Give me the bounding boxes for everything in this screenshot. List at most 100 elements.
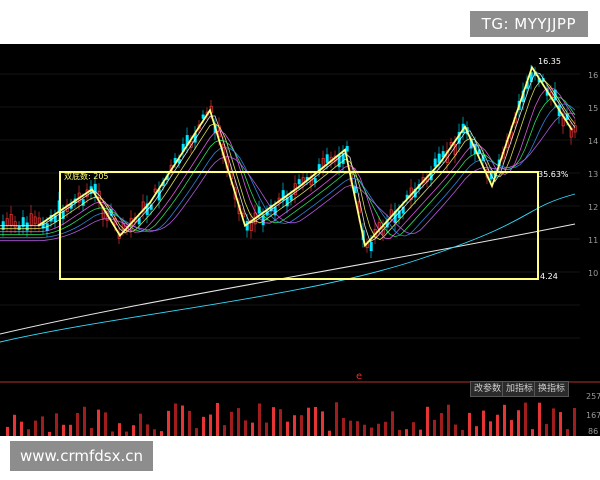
- y-tick-12: 12: [588, 203, 598, 212]
- volume-bar: [90, 427, 93, 436]
- volume-bar: [286, 421, 289, 436]
- volume-bar: [426, 406, 429, 436]
- volume-bar: [153, 429, 156, 436]
- candle-body: [17, 225, 21, 231]
- volume-bar: [517, 410, 520, 436]
- volume-bar: [188, 410, 191, 436]
- volume-bar: [258, 403, 261, 436]
- volume-bar: [545, 424, 548, 436]
- box-count-label: 双底数: 205: [64, 171, 109, 181]
- volume-bar: [447, 404, 450, 436]
- volume-bar: [216, 402, 219, 436]
- candle-body: [313, 178, 317, 183]
- pct-label: 35.63%: [538, 170, 569, 179]
- volume-bar: [195, 428, 198, 436]
- volume-bar: [209, 414, 212, 436]
- volume-bar: [181, 405, 184, 436]
- candle-body: [325, 154, 329, 163]
- volume-bar: [13, 414, 16, 436]
- y-tick-10: 10: [588, 269, 598, 278]
- volume-bar: [377, 423, 380, 436]
- volume-bar: [433, 419, 436, 436]
- volume-bar: [272, 407, 275, 436]
- candle-body: [433, 158, 437, 167]
- volume-bar: [384, 421, 387, 436]
- volume-bar: [503, 404, 506, 436]
- volume-bar: [62, 424, 65, 436]
- volume-bar: [321, 411, 324, 436]
- sub-tick-167: 167: [586, 411, 600, 420]
- volume-bar: [279, 409, 282, 436]
- change-params-button[interactable]: 改参数: [470, 381, 506, 397]
- candle-body: [21, 217, 25, 227]
- sub-tick-257: 257: [586, 392, 600, 401]
- volume-bar: [559, 412, 562, 436]
- zigzag: [37, 65, 573, 248]
- ma-line: [0, 86, 576, 240]
- volume-bar: [139, 413, 142, 436]
- volume-bar: [496, 414, 499, 436]
- volume-bar: [230, 411, 233, 436]
- y-tick-13: 13: [588, 170, 598, 179]
- ma-line: [0, 72, 576, 243]
- sub-axis: 257 167 86: [586, 392, 600, 436]
- bottom-watermark-strip: www.crmfdsx.cn: [0, 436, 600, 480]
- volume-bar: [251, 422, 254, 436]
- volume-bar: [349, 420, 352, 436]
- volume-bar: [55, 413, 58, 436]
- volume-bar: [174, 403, 177, 436]
- volume-bar: [27, 429, 30, 436]
- low-label: 4.24: [540, 272, 558, 281]
- candle-body: [297, 179, 301, 185]
- volume-bar: [20, 421, 23, 436]
- volume-bar: [552, 408, 555, 436]
- price-axis: 16 15 14 13 12 11 10: [588, 71, 598, 278]
- volume-bar: [468, 412, 471, 436]
- volume-bar: [69, 424, 72, 436]
- volume-bar: [6, 426, 9, 436]
- volume-bar: [265, 422, 268, 436]
- volume-bar: [118, 423, 121, 436]
- sub-tick-86: 86: [588, 427, 598, 436]
- y-tick-15: 15: [588, 104, 598, 113]
- zigzag-line: [37, 65, 573, 248]
- volume-bar: [489, 421, 492, 436]
- y-tick-14: 14: [588, 137, 598, 146]
- volume-bar: [538, 402, 541, 436]
- volume-bar: [391, 411, 394, 436]
- tg-watermark: TG: MYYJJPP: [469, 11, 588, 37]
- volume-bar: [83, 406, 86, 436]
- ma-mid: [0, 193, 576, 343]
- chart-grid: [0, 73, 580, 339]
- candle-body: [369, 241, 373, 252]
- volume-bar: [202, 416, 205, 436]
- volume-bar: [482, 410, 485, 436]
- chart-canvas[interactable]: 双底数: 205 16.35 35.63% 4.24 e 16 15 14 13…: [0, 44, 600, 436]
- volume-bar: [335, 402, 338, 436]
- volume-bar: [342, 417, 345, 436]
- volume-bar: [132, 425, 135, 436]
- high-label: 16.35: [538, 57, 561, 66]
- volume-bar: [300, 415, 303, 436]
- volume-bar: [363, 424, 366, 436]
- volume-bar: [97, 409, 100, 436]
- moving-averages: [0, 72, 576, 343]
- volume-bar: [475, 426, 478, 436]
- ma-line: [0, 80, 576, 241]
- volume-bar: [314, 406, 317, 436]
- volume-bar: [356, 421, 359, 436]
- volume-bar: [370, 427, 373, 436]
- y-tick-16: 16: [588, 71, 598, 80]
- volume-bar: [237, 408, 240, 436]
- volume-bar: [223, 425, 226, 436]
- center-marker: e: [356, 371, 362, 382]
- stock-chart[interactable]: 双底数: 205 16.35 35.63% 4.24 e 16 15 14 13…: [0, 44, 600, 436]
- volume-bar: [244, 420, 247, 436]
- switch-indicator-button[interactable]: 换指标: [534, 381, 570, 397]
- volume-bar: [405, 429, 408, 436]
- add-indicator-button[interactable]: 加指标: [502, 381, 538, 397]
- volume-bar: [76, 412, 79, 436]
- volume-bar: [167, 410, 170, 436]
- candle-body: [25, 222, 29, 231]
- volume-bar: [293, 415, 296, 436]
